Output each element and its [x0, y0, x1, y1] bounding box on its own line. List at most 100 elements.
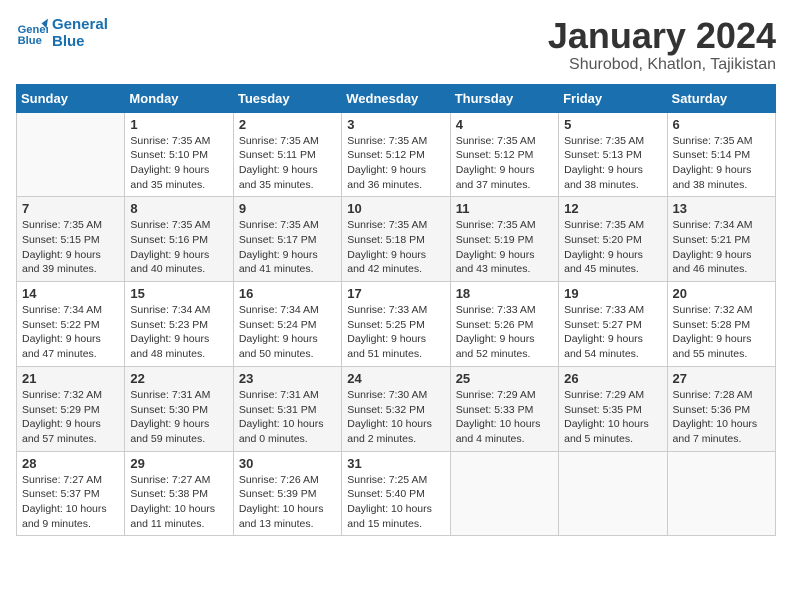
- header: General Blue General Blue January 2024 S…: [16, 16, 776, 74]
- day-number: 4: [456, 117, 553, 132]
- calendar-cell: 16 Sunrise: 7:34 AM Sunset: 5:24 PM Dayli…: [233, 282, 341, 367]
- calendar-cell: 9Sunrise: 7:35 AM Sunset: 5:17 PM Daylig…: [233, 197, 341, 282]
- calendar-cell: 31 Sunrise: 7:25 AM Sunset: 5:40 PM Dayli…: [342, 451, 450, 536]
- logo: General Blue General Blue: [16, 16, 108, 50]
- calendar-cell: 29 Sunrise: 7:27 AM Sunset: 5:38 PM Dayli…: [125, 451, 233, 536]
- day-number: 12: [564, 201, 661, 216]
- day-number: 24: [347, 371, 444, 386]
- day-number: 31: [347, 456, 444, 471]
- day-number: 6: [673, 117, 770, 132]
- day-info: Sunrise: 7:27 AM Sunset: 5:38 PM Dayligh…: [130, 473, 227, 532]
- calendar-cell: 27 Sunrise: 7:28 AM Sunset: 5:36 PM Dayli…: [667, 366, 775, 451]
- day-number: 29: [130, 456, 227, 471]
- calendar-cell: 8 Sunrise: 7:35 AM Sunset: 5:16 PM Daylig…: [125, 197, 233, 282]
- calendar-cell: [450, 451, 558, 536]
- day-info: Sunrise: 7:33 AM Sunset: 5:27 PM Dayligh…: [564, 303, 661, 362]
- calendar-subtitle: Shurobod, Khatlon, Tajikistan: [548, 56, 776, 74]
- calendar-cell: 20 Sunrise: 7:32 AM Sunset: 5:28 PM Dayli…: [667, 282, 775, 367]
- calendar-cell: 3Sunrise: 7:35 AM Sunset: 5:12 PM Daylig…: [342, 112, 450, 197]
- calendar-cell: 7 Sunrise: 7:35 AM Sunset: 5:15 PM Daylig…: [17, 197, 125, 282]
- day-info: Sunrise: 7:30 AM Sunset: 5:32 PM Dayligh…: [347, 388, 444, 447]
- day-info: Sunrise: 7:27 AM Sunset: 5:37 PM Dayligh…: [22, 473, 119, 532]
- calendar-cell: 6 Sunrise: 7:35 AM Sunset: 5:14 PM Daylig…: [667, 112, 775, 197]
- calendar-cell: 13Sunrise: 7:34 AM Sunset: 5:21 PM Dayli…: [667, 197, 775, 282]
- day-info: Sunrise: 7:31 AM Sunset: 5:30 PM Dayligh…: [130, 388, 227, 447]
- day-info: Sunrise: 7:35 AM Sunset: 5:13 PM Dayligh…: [564, 134, 661, 193]
- day-number: 27: [673, 371, 770, 386]
- calendar-cell: 18 Sunrise: 7:33 AM Sunset: 5:26 PM Dayli…: [450, 282, 558, 367]
- day-number: 15: [130, 286, 227, 301]
- day-number: 28: [22, 456, 119, 471]
- day-info: Sunrise: 7:34 AM Sunset: 5:23 PM Dayligh…: [130, 303, 227, 362]
- day-number: 25: [456, 371, 553, 386]
- calendar-cell: 5 Sunrise: 7:35 AM Sunset: 5:13 PM Daylig…: [559, 112, 667, 197]
- day-number: 1: [130, 117, 227, 132]
- calendar-cell: 12Sunrise: 7:35 AM Sunset: 5:20 PM Dayli…: [559, 197, 667, 282]
- day-info: Sunrise: 7:34 AM Sunset: 5:22 PM Dayligh…: [22, 303, 119, 362]
- calendar-cell: 26 Sunrise: 7:29 AM Sunset: 5:35 PM Dayli…: [559, 366, 667, 451]
- calendar-cell: 19Sunrise: 7:33 AM Sunset: 5:27 PM Dayli…: [559, 282, 667, 367]
- day-info: Sunrise: 7:35 AM Sunset: 5:15 PM Dayligh…: [22, 218, 119, 277]
- calendar-table: SundayMondayTuesdayWednesdayThursdayFrid…: [16, 84, 776, 537]
- day-info: Sunrise: 7:33 AM Sunset: 5:26 PM Dayligh…: [456, 303, 553, 362]
- calendar-cell: 25 Sunrise: 7:29 AM Sunset: 5:33 PM Dayli…: [450, 366, 558, 451]
- day-info: Sunrise: 7:28 AM Sunset: 5:36 PM Dayligh…: [673, 388, 770, 447]
- day-info: Sunrise: 7:35 AM Sunset: 5:18 PM Dayligh…: [347, 218, 444, 277]
- day-number: 30: [239, 456, 336, 471]
- calendar-cell: [17, 112, 125, 197]
- calendar-cell: 14 Sunrise: 7:34 AM Sunset: 5:22 PM Dayli…: [17, 282, 125, 367]
- calendar-cell: 22 Sunrise: 7:31 AM Sunset: 5:30 PM Dayli…: [125, 366, 233, 451]
- day-number: 2: [239, 117, 336, 132]
- day-info: Sunrise: 7:35 AM Sunset: 5:19 PM Dayligh…: [456, 218, 553, 277]
- day-info: Sunrise: 7:33 AM Sunset: 5:25 PM Dayligh…: [347, 303, 444, 362]
- day-number: 8: [130, 201, 227, 216]
- day-info: Sunrise: 7:34 AM Sunset: 5:24 PM Dayligh…: [239, 303, 336, 362]
- day-info: Sunrise: 7:32 AM Sunset: 5:28 PM Dayligh…: [673, 303, 770, 362]
- day-info: Sunrise: 7:29 AM Sunset: 5:35 PM Dayligh…: [564, 388, 661, 447]
- calendar-cell: 15 Sunrise: 7:34 AM Sunset: 5:23 PM Dayli…: [125, 282, 233, 367]
- calendar-cell: 1 Sunrise: 7:35 AM Sunset: 5:10 PM Daylig…: [125, 112, 233, 197]
- day-header-sunday: Sunday: [17, 84, 125, 112]
- day-info: Sunrise: 7:35 AM Sunset: 5:12 PM Dayligh…: [347, 134, 444, 193]
- calendar-cell: 28 Sunrise: 7:27 AM Sunset: 5:37 PM Dayli…: [17, 451, 125, 536]
- day-info: Sunrise: 7:35 AM Sunset: 5:14 PM Dayligh…: [673, 134, 770, 193]
- title-area: January 2024 Shurobod, Khatlon, Tajikist…: [548, 16, 776, 74]
- day-number: 11: [456, 201, 553, 216]
- day-info: Sunrise: 7:26 AM Sunset: 5:39 PM Dayligh…: [239, 473, 336, 532]
- day-info: Sunrise: 7:32 AM Sunset: 5:29 PM Dayligh…: [22, 388, 119, 447]
- day-info: Sunrise: 7:31 AM Sunset: 5:31 PM Dayligh…: [239, 388, 336, 447]
- day-number: 18: [456, 286, 553, 301]
- day-info: Sunrise: 7:25 AM Sunset: 5:40 PM Dayligh…: [347, 473, 444, 532]
- day-number: 7: [22, 201, 119, 216]
- day-info: Sunrise: 7:35 AM Sunset: 5:16 PM Dayligh…: [130, 218, 227, 277]
- week-row-5: 28 Sunrise: 7:27 AM Sunset: 5:37 PM Dayli…: [17, 451, 776, 536]
- day-info: Sunrise: 7:35 AM Sunset: 5:17 PM Dayligh…: [239, 218, 336, 277]
- calendar-cell: 11 Sunrise: 7:35 AM Sunset: 5:19 PM Dayli…: [450, 197, 558, 282]
- day-number: 16: [239, 286, 336, 301]
- calendar-cell: [667, 451, 775, 536]
- logo-icon: General Blue: [16, 17, 48, 49]
- day-info: Sunrise: 7:35 AM Sunset: 5:10 PM Dayligh…: [130, 134, 227, 193]
- day-header-monday: Monday: [125, 84, 233, 112]
- svg-text:General: General: [18, 24, 48, 36]
- days-header-row: SundayMondayTuesdayWednesdayThursdayFrid…: [17, 84, 776, 112]
- logo-general: General: [52, 16, 108, 33]
- week-row-4: 21 Sunrise: 7:32 AM Sunset: 5:29 PM Dayli…: [17, 366, 776, 451]
- calendar-cell: 23Sunrise: 7:31 AM Sunset: 5:31 PM Dayli…: [233, 366, 341, 451]
- svg-text:Blue: Blue: [18, 35, 42, 47]
- day-number: 26: [564, 371, 661, 386]
- logo-blue: Blue: [52, 33, 108, 50]
- day-number: 14: [22, 286, 119, 301]
- day-number: 21: [22, 371, 119, 386]
- day-number: 17: [347, 286, 444, 301]
- day-info: Sunrise: 7:29 AM Sunset: 5:33 PM Dayligh…: [456, 388, 553, 447]
- day-number: 10: [347, 201, 444, 216]
- day-header-friday: Friday: [559, 84, 667, 112]
- day-number: 22: [130, 371, 227, 386]
- calendar-cell: [559, 451, 667, 536]
- day-number: 20: [673, 286, 770, 301]
- calendar-title: January 2024: [548, 16, 776, 56]
- day-header-thursday: Thursday: [450, 84, 558, 112]
- day-number: 5: [564, 117, 661, 132]
- calendar-cell: 17 Sunrise: 7:33 AM Sunset: 5:25 PM Dayli…: [342, 282, 450, 367]
